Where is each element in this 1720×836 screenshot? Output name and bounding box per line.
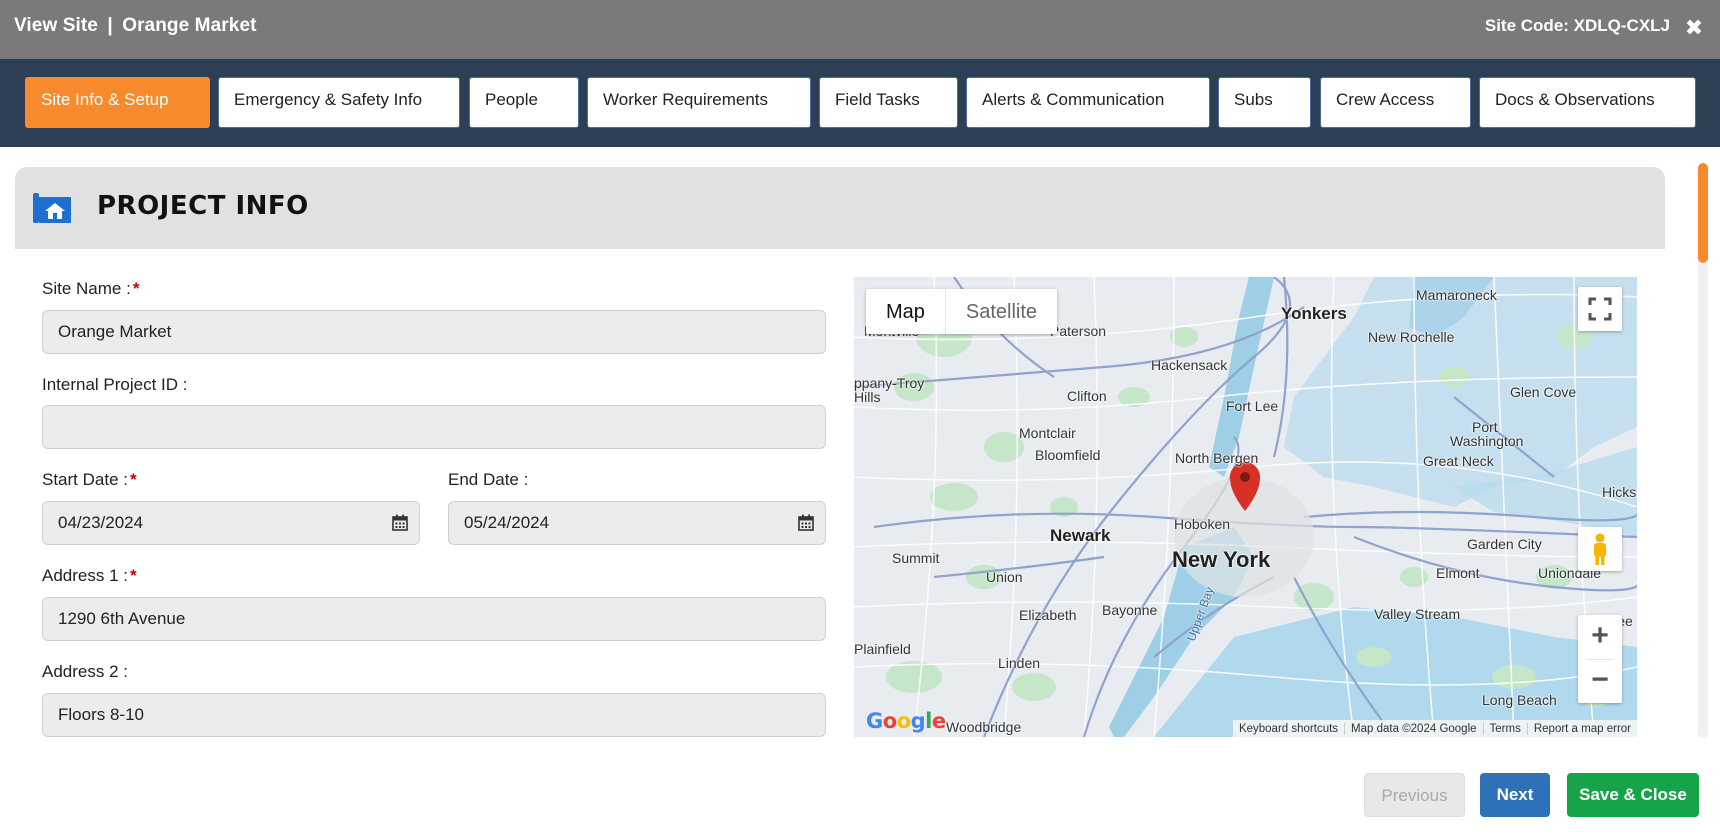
map-label-hoboken: Hoboken [1174,516,1231,532]
map-label-linden: Linden [998,655,1041,671]
map-label-fort-lee: Fort Lee [1226,398,1279,414]
map-label-woodbridge: Woodbridge [946,719,1022,735]
map-label-valley-stream: Valley Stream [1374,606,1461,622]
internal-project-id-label: Internal Project ID : [42,375,188,394]
map-label-elizabeth: Elizabeth [1019,607,1077,623]
tab-docs-observations[interactable]: Docs & Observations [1479,77,1696,128]
calendar-icon[interactable] [798,514,814,531]
map-label-glen-cove: Glen Cove [1510,384,1577,400]
section-title: PROJECT INFO [97,191,309,221]
tab-site-info-setup[interactable]: Site Info & Setup [25,77,210,128]
google-logo: Google [866,709,946,733]
tab-emergency-safety-info[interactable]: Emergency & Safety Info [218,77,460,128]
keyboard-shortcuts-link[interactable]: Keyboard shortcuts [1233,723,1344,735]
report-map-error-link[interactable]: Report a map error [1526,722,1637,735]
next-button[interactable]: Next [1480,773,1550,817]
map-label-hicks: Hicks [1602,484,1637,500]
tab-crew-access[interactable]: Crew Access [1320,77,1471,128]
map-footer: Keyboard shortcuts Map data ©2024 Google… [1232,720,1637,737]
title-site-name: Orange Market [122,15,257,36]
address2-label: Address 2 : [42,662,128,681]
end-date-label: End Date : [448,470,529,489]
map-label-washington: Washington [1450,433,1524,449]
map-data-attribution: Map data ©2024 Google [1344,722,1482,735]
blueprint-house-icon [33,193,71,223]
zoom-in-button[interactable]: + [1578,615,1622,659]
map-label-elmont: Elmont [1436,565,1480,581]
tab-bar: Site Info & Setup Emergency & Safety Inf… [0,59,1720,147]
map-label-new-rochelle: New Rochelle [1368,329,1455,345]
terms-link[interactable]: Terms [1482,722,1527,735]
start-date-field[interactable]: 04/23/2024 [42,501,420,545]
map-label-plainfield: Plainfield [854,641,911,657]
tab-people[interactable]: People [469,77,579,128]
title-separator: | [107,15,113,36]
map-label-hackensack: Hackensack [1151,357,1228,373]
map-label-long-beach: Long Beach [1482,692,1557,708]
map-label-bloomfield: Bloomfield [1035,447,1101,463]
site-name-field[interactable]: Orange Market [42,310,826,354]
map-label-clifton: Clifton [1067,388,1107,404]
address1-label: Address 1 : * [42,566,137,585]
fullscreen-icon[interactable] [1578,287,1622,331]
window-title: View Site | Orange Market [14,15,257,37]
street-view-pegman-icon[interactable] [1578,527,1622,571]
start-date-label: Start Date : * [42,470,137,489]
start-date-value: 04/23/2024 [58,513,144,532]
map-type-control: Map Satellite [866,289,1058,334]
map-label-north-bergen: North Bergen [1175,450,1259,466]
close-icon[interactable]: ✖ [1682,14,1706,42]
title-prefix: View Site [14,15,98,36]
title-bar: View Site | Orange Market Site Code: XDL… [0,0,1720,59]
scrollbar-thumb[interactable] [1698,163,1708,263]
map-label-bayonne: Bayonne [1102,602,1158,618]
map-label-mamaroneck: Mamaroneck [1416,287,1497,303]
map-type-satellite-button[interactable]: Satellite [944,289,1057,334]
map-canvas[interactable] [854,277,1637,737]
zoom-out-button[interactable]: − [1578,659,1622,703]
map-label-yonkers: Yonkers [1281,304,1347,323]
map-label-summit: Summit [892,550,940,566]
address2-field[interactable]: Floors 8-10 [42,693,826,737]
end-date-value: 05/24/2024 [464,513,550,532]
site-map[interactable]: Yonkers Mamaroneck New Rochelle Paterson… [854,277,1637,737]
calendar-icon[interactable] [392,514,408,531]
map-label-newark: Newark [1050,526,1111,545]
zoom-control: + − [1578,615,1622,703]
map-label-union: Union [986,569,1023,585]
map-label-garden-city: Garden City [1467,536,1542,552]
tab-subs[interactable]: Subs [1218,77,1311,128]
map-label-hills: Hills [854,389,881,405]
map-label-great-neck: Great Neck [1423,453,1494,469]
map-label-paterson: Paterson [1050,323,1107,339]
site-code: Site Code: XDLQ-CXLJ [1484,16,1670,35]
save-close-button[interactable]: Save & Close [1567,773,1699,817]
end-date-field[interactable]: 05/24/2024 [448,501,826,545]
map-label-new-york: New York [1172,547,1271,572]
address1-field[interactable]: 1290 6th Avenue [42,597,826,641]
section-header: PROJECT INFO [15,167,1665,249]
previous-button[interactable]: Previous [1364,773,1465,817]
tab-alerts-communication[interactable]: Alerts & Communication [966,77,1210,128]
tab-worker-requirements[interactable]: Worker Requirements [587,77,811,128]
map-type-map-button[interactable]: Map [866,289,945,334]
internal-project-id-field[interactable] [42,405,826,449]
site-name-label: Site Name : * [42,279,140,298]
map-label-montclair: Montclair [1019,425,1076,441]
tab-field-tasks[interactable]: Field Tasks [819,77,958,128]
